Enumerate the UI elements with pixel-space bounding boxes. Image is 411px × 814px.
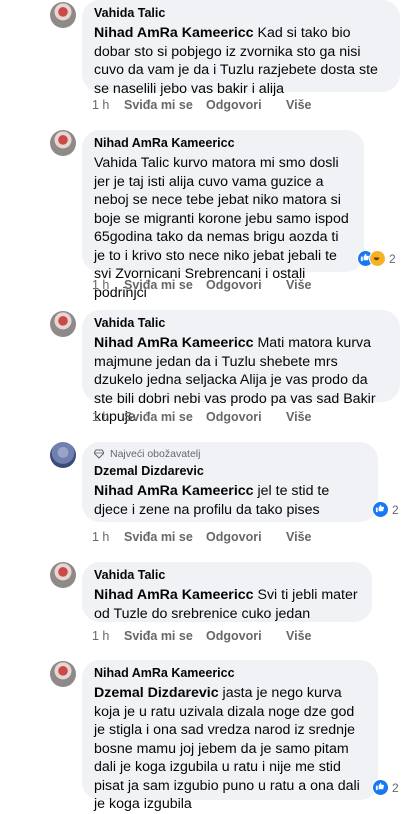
timestamp[interactable]: 1 h	[92, 98, 124, 112]
mention[interactable]: Nihad AmRa Kameericc	[94, 25, 254, 41]
avatar[interactable]	[50, 311, 76, 337]
comment-author[interactable]: Dzemal Dizdarevic	[94, 464, 366, 478]
timestamp[interactable]: 1 h	[92, 410, 124, 424]
comment-actions: 1 h Sviđa mi se Odgovori Više	[92, 629, 312, 643]
comment-bubble: Najveći obožavatelj Dzemal Dizdarevic Ni…	[82, 442, 378, 522]
badge-label: Najveći obožavatelj	[110, 448, 201, 460]
reply-button[interactable]: Odgovori	[206, 98, 286, 112]
more-button[interactable]: Više	[286, 530, 312, 544]
timestamp[interactable]: 1 h	[92, 278, 124, 292]
comment-author[interactable]: Vahida Talic	[94, 568, 360, 582]
comment-actions: 1 h Sviđa mi se Odgovori Više	[92, 98, 312, 112]
comment-actions: 1 h Sviđa mi se Odgovori Više	[92, 278, 312, 292]
reply-button[interactable]: Odgovori	[206, 410, 286, 424]
comment-bubble: Vahida Talic Nihad AmRa Kameericc Mati m…	[82, 310, 400, 425]
reaction-summary[interactable]: 2	[372, 779, 399, 796]
avatar[interactable]	[50, 2, 76, 28]
mention[interactable]: Nihad AmRa Kameericc	[94, 587, 254, 603]
comment-author[interactable]: Nihad AmRa Kameericc	[94, 136, 352, 150]
reply-button[interactable]: Odgovori	[206, 629, 286, 643]
more-button[interactable]: Više	[286, 98, 312, 112]
comment-text: Nihad AmRa Kameericc Kad si tako bio dob…	[94, 25, 378, 97]
timestamp[interactable]: 1 h	[92, 629, 124, 643]
comment-bubble: Nihad AmRa Kameericc Vahida Talic kurvo …	[82, 130, 364, 301]
more-button[interactable]: Više	[286, 629, 312, 643]
more-button[interactable]: Više	[286, 278, 312, 292]
reply-button[interactable]: Odgovori	[206, 530, 286, 544]
like-button[interactable]: Sviđa mi se	[124, 530, 206, 544]
reaction-count: 2	[389, 251, 396, 266]
comment-bubble: Vahida Talic Nihad AmRa Kameericc Kad si…	[82, 0, 400, 97]
comment-author[interactable]: Vahida Talic	[94, 6, 388, 20]
comment-bubble: Nihad AmRa Kameericc Dzemal Dizdarevic j…	[82, 660, 378, 812]
comment-actions: 1 h Sviđa mi se Odgovori Više	[92, 530, 312, 544]
comment-bubble: Vahida Talic Nihad AmRa Kameericc Svi ti…	[82, 562, 372, 622]
comment-author[interactable]: Vahida Talic	[94, 316, 388, 330]
timestamp[interactable]: 1 h	[92, 530, 124, 544]
reaction-count: 2	[392, 502, 399, 517]
like-button[interactable]: Sviđa mi se	[124, 278, 206, 292]
reaction-count: 2	[392, 780, 399, 795]
diamond-icon	[94, 449, 104, 459]
avatar[interactable]	[50, 442, 76, 468]
avatar[interactable]	[50, 661, 76, 687]
comment-text: Dzemal Dizdarevic jasta je nego kurva ko…	[94, 685, 360, 812]
more-button[interactable]: Više	[286, 410, 312, 424]
comment-text: Nihad AmRa Kameericc Svi ti jebli mater …	[94, 587, 358, 622]
comment-actions: 1 h Sviđa mi se Odgovori Više	[92, 410, 312, 424]
haha-reaction-icon	[369, 250, 386, 267]
avatar[interactable]	[50, 130, 76, 156]
comment-author[interactable]: Nihad AmRa Kameericc	[94, 666, 366, 680]
avatar[interactable]	[50, 562, 76, 588]
like-reaction-icon	[372, 501, 389, 518]
reply-button[interactable]: Odgovori	[206, 278, 286, 292]
top-fan-badge: Najveći obožavatelj	[94, 448, 366, 460]
mention[interactable]: Dzemal Dizdarevic	[94, 685, 219, 701]
reaction-summary[interactable]: 2	[357, 250, 396, 267]
like-button[interactable]: Sviđa mi se	[124, 629, 206, 643]
like-button[interactable]: Sviđa mi se	[124, 410, 206, 424]
like-reaction-icon	[372, 779, 389, 796]
reaction-summary[interactable]: 2	[372, 501, 399, 518]
comment-text: Nihad AmRa Kameericc jel te stid te djec…	[94, 483, 330, 518]
like-button[interactable]: Sviđa mi se	[124, 98, 206, 112]
mention[interactable]: Nihad AmRa Kameericc	[94, 483, 254, 499]
mention[interactable]: Nihad AmRa Kameericc	[94, 335, 254, 351]
